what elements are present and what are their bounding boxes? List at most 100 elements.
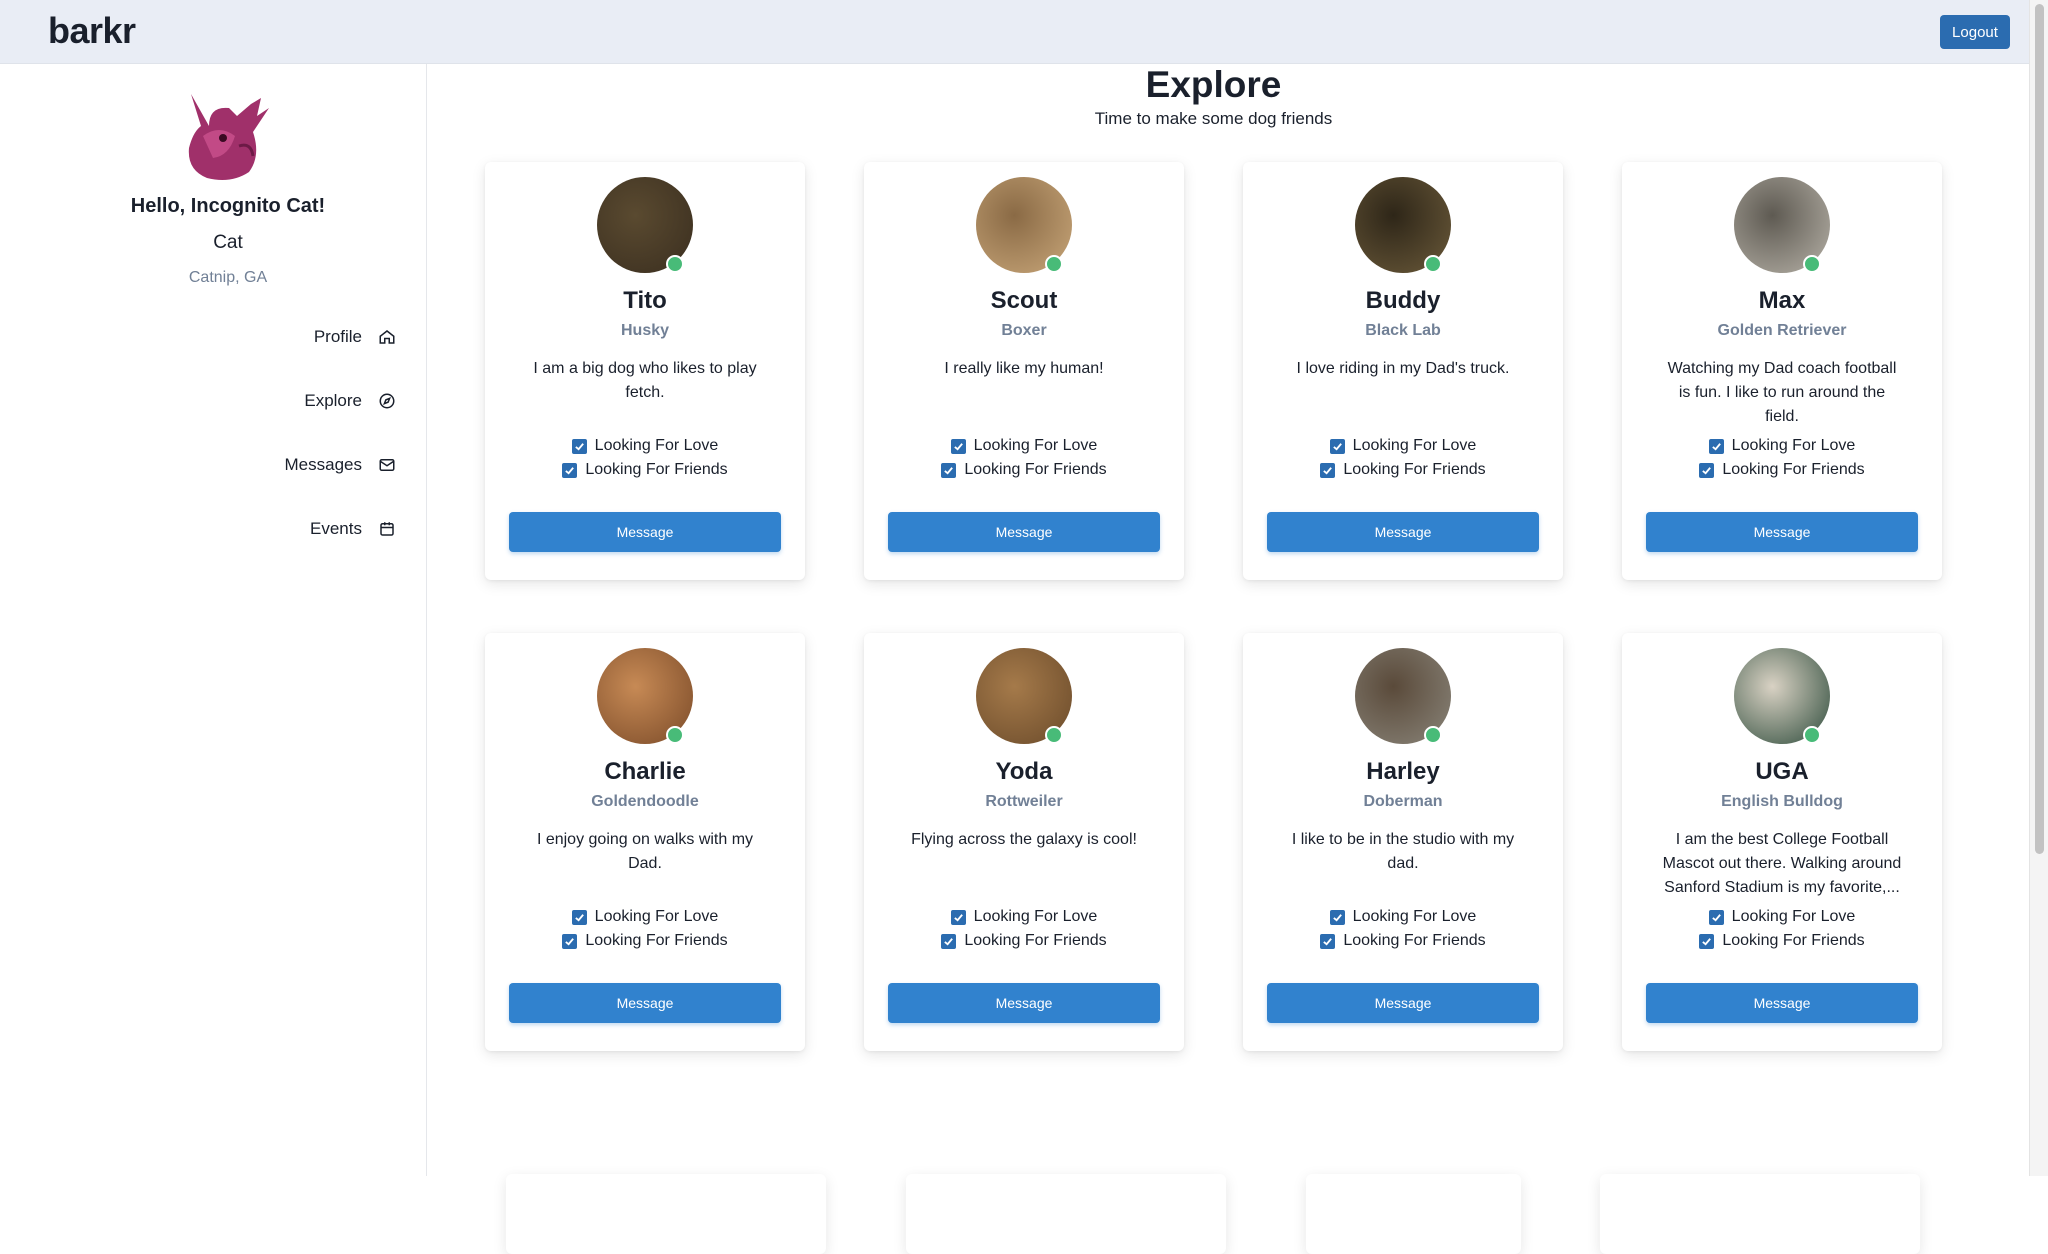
love-checkbox[interactable] <box>1329 438 1345 454</box>
dog-breed: Doberman <box>1363 793 1443 810</box>
cat-avatar-image <box>188 94 269 180</box>
friends-label: Looking For Friends <box>964 932 1107 949</box>
dog-name: Max <box>1758 287 1806 314</box>
love-label: Looking For Love <box>1731 908 1856 925</box>
nav-messages[interactable]: Messages <box>285 455 396 475</box>
dog-bio: Watching my Dad coach football is fun. I… <box>1667 360 1897 425</box>
dog-card-partial <box>506 1174 826 1254</box>
online-status-dot <box>666 255 684 273</box>
looking-for-love: Looking For Love <box>1622 908 1942 926</box>
friends-checkbox[interactable] <box>1320 933 1336 949</box>
app-logo[interactable]: barkr <box>48 10 136 52</box>
dog-bio: I really like my human! <box>944 360 1104 377</box>
online-status-dot <box>1424 255 1442 273</box>
sidebar: Hello, Incognito Cat! Cat Catnip, GA Pro… <box>0 64 427 1176</box>
looking-for-friends: Looking For Friends <box>1243 932 1563 950</box>
looking-for-love: Looking For Love <box>1243 437 1563 455</box>
message-button[interactable]: Message <box>509 512 781 552</box>
dog-card: Harley Doberman I like to be in the studio… <box>1243 633 1563 1051</box>
love-checkbox[interactable] <box>1329 909 1345 925</box>
message-button[interactable]: Message <box>1646 512 1918 552</box>
nav-explore-label: Explore <box>304 391 362 410</box>
love-label: Looking For Love <box>594 437 719 454</box>
friends-label: Looking For Friends <box>964 461 1107 478</box>
friends-checkbox[interactable] <box>941 933 957 949</box>
love-checkbox[interactable] <box>950 438 966 454</box>
greeting-heading: Hello, Incognito Cat! <box>130 195 326 217</box>
looking-for-love: Looking For Love <box>1243 908 1563 926</box>
dog-name: Buddy <box>1365 287 1441 314</box>
message-button[interactable]: Message <box>1267 983 1539 1023</box>
dog-card: Scout Boxer I really like my human! Looking… <box>864 162 1184 580</box>
dog-card: Max Golden Retriever Watching my Dad coach… <box>1622 162 1942 580</box>
online-status-dot <box>1045 255 1063 273</box>
friends-checkbox[interactable] <box>1320 462 1336 478</box>
dog-breed: Goldendoodle <box>591 793 699 810</box>
love-checkbox[interactable] <box>1708 909 1724 925</box>
friends-label: Looking For Friends <box>1722 932 1865 949</box>
dog-breed: Black Lab <box>1365 322 1441 339</box>
compass-icon <box>379 393 395 409</box>
looking-for-love: Looking For Love <box>864 437 1184 455</box>
page-subtitle: Time to make some dog friends <box>1094 109 1333 128</box>
looking-for-love: Looking For Love <box>485 437 805 455</box>
dog-breed: Rottweiler <box>985 793 1063 810</box>
love-checkbox[interactable] <box>571 438 587 454</box>
love-label: Looking For Love <box>1352 437 1477 454</box>
love-checkbox[interactable] <box>571 909 587 925</box>
dog-card: Charlie Goldendoodle I enjoy going on walk… <box>485 633 805 1051</box>
friends-checkbox[interactable] <box>562 462 578 478</box>
friends-checkbox[interactable] <box>562 933 578 949</box>
dog-name: Charlie <box>604 758 686 785</box>
dog-card-partial <box>1306 1174 1521 1254</box>
dog-breed: English Bulldog <box>1721 793 1843 810</box>
dog-card: Tito Husky I am a big dog who likes to pla… <box>485 162 805 580</box>
dog-name: Tito <box>623 287 667 314</box>
dog-bio: I love riding in my Dad's truck. <box>1296 360 1510 377</box>
friends-label: Looking For Friends <box>1343 461 1486 478</box>
friends-checkbox[interactable] <box>1699 462 1715 478</box>
calendar-icon <box>380 522 394 536</box>
friends-checkbox[interactable] <box>941 462 957 478</box>
nav-events-label: Events <box>310 519 362 538</box>
nav-profile-label: Profile <box>313 327 362 346</box>
looking-for-love: Looking For Love <box>485 908 805 926</box>
love-label: Looking For Love <box>594 908 719 925</box>
message-button[interactable]: Message <box>509 983 781 1023</box>
friends-checkbox[interactable] <box>1699 933 1715 949</box>
message-button[interactable]: Message <box>888 512 1160 552</box>
looking-for-friends: Looking For Friends <box>864 461 1184 479</box>
user-location: Catnip, GA <box>188 269 268 286</box>
dog-card-partial <box>906 1174 1226 1254</box>
dog-name: Harley <box>1366 758 1440 785</box>
looking-for-friends: Looking For Friends <box>485 461 805 479</box>
dog-bio: I am a big dog who likes to play fetch. <box>533 360 757 401</box>
scrollbar-thumb[interactable] <box>2035 4 2044 854</box>
looking-for-friends: Looking For Friends <box>1622 932 1942 950</box>
logout-button[interactable]: Logout <box>1940 15 2010 49</box>
looking-for-friends: Looking For Friends <box>1622 461 1942 479</box>
explore-main: Explore Time to make some dog friends Ti… <box>427 64 2030 1254</box>
message-button[interactable]: Message <box>1267 512 1539 552</box>
dog-bio: I like to be in the studio with my dad. <box>1291 831 1515 872</box>
top-navbar: barkr Logout <box>0 0 2030 64</box>
nav-events[interactable]: Events <box>310 519 396 539</box>
love-checkbox[interactable] <box>950 909 966 925</box>
looking-for-friends: Looking For Friends <box>864 932 1184 950</box>
looking-for-love: Looking For Love <box>1622 437 1942 455</box>
nav-messages-label: Messages <box>284 455 362 474</box>
friends-label: Looking For Friends <box>1722 461 1865 478</box>
love-label: Looking For Love <box>1731 437 1856 454</box>
love-checkbox[interactable] <box>1708 438 1724 454</box>
message-button[interactable]: Message <box>888 983 1160 1023</box>
nav-profile[interactable]: Profile <box>314 327 396 347</box>
message-button[interactable]: Message <box>1646 983 1918 1023</box>
friends-label: Looking For Friends <box>585 932 728 949</box>
love-label: Looking For Love <box>973 437 1098 454</box>
online-status-dot <box>1424 726 1442 744</box>
page-title: Explore <box>1145 64 1282 105</box>
nav-explore[interactable]: Explore <box>304 391 396 411</box>
page-scrollbar[interactable] <box>2029 0 2048 1176</box>
online-status-dot <box>1045 726 1063 744</box>
dog-breed: Boxer <box>1001 322 1047 339</box>
